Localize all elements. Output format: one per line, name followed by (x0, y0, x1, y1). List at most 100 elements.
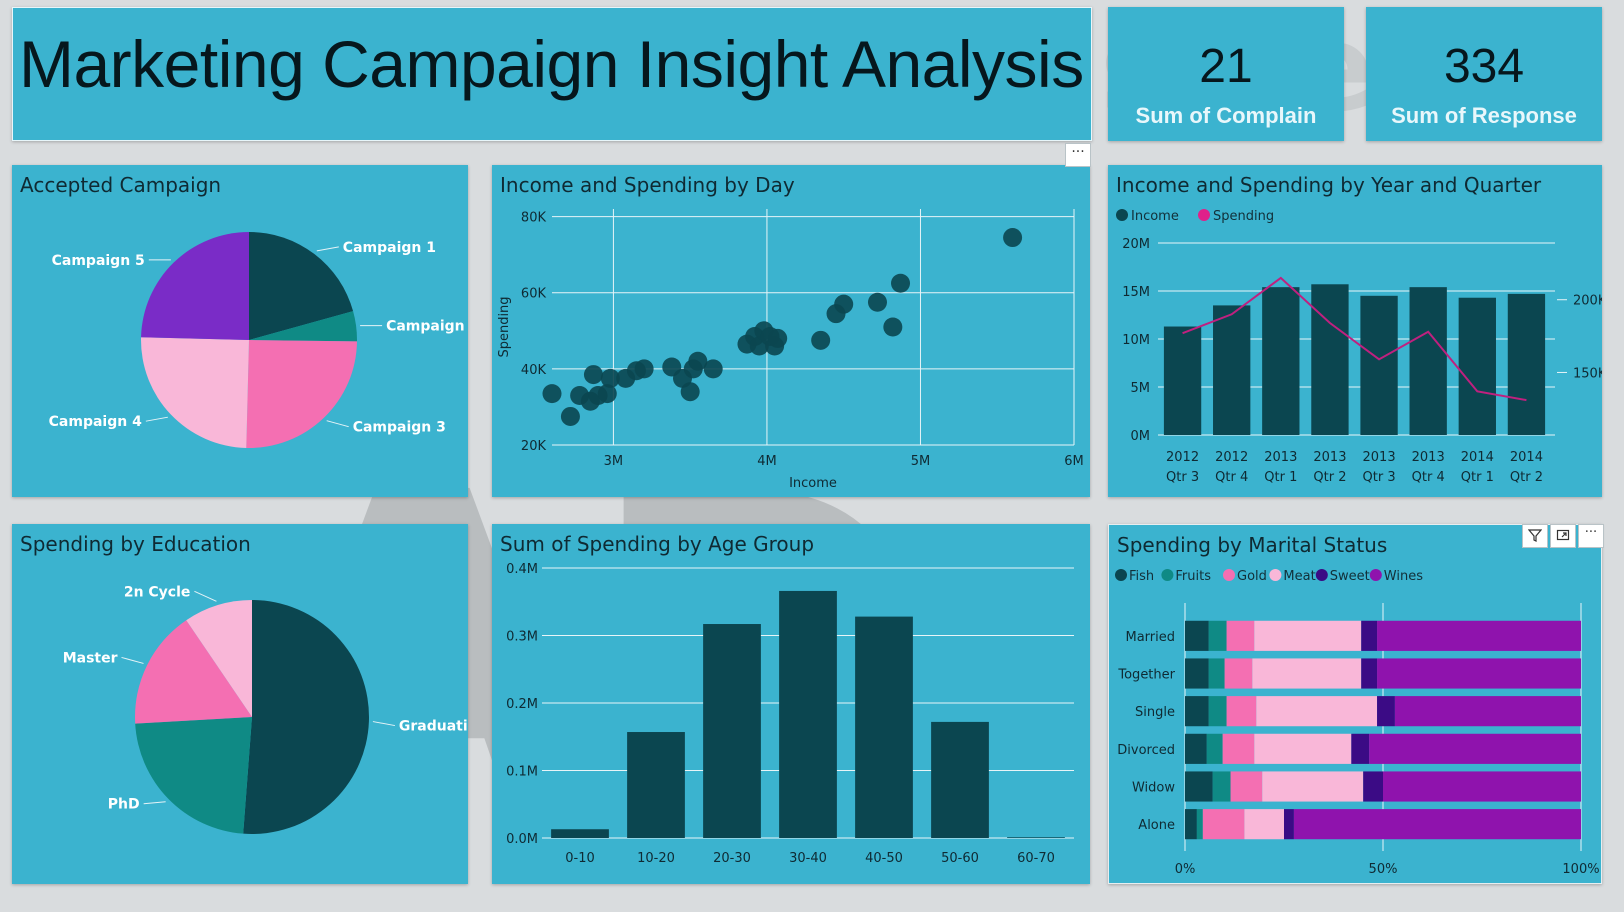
y-tick-label: 0.2M (506, 697, 538, 712)
accepted-campaign-pie-chart: Campaign 1 Campaign 2 Campaign 3 Campaign 4… (49, 232, 468, 448)
bar-segment (1226, 696, 1257, 727)
data-point (634, 359, 654, 379)
bar-segment (1208, 620, 1227, 651)
y-tick-label: 0.0M (506, 832, 538, 847)
bar (855, 616, 913, 838)
x-tick-label: Qtr 4 (1412, 470, 1445, 485)
filter-icon (1527, 529, 1543, 542)
more-options-button[interactable]: ··· (1578, 524, 1604, 548)
y-axis-label: Spending (497, 296, 512, 357)
bar-segment (1361, 620, 1378, 651)
bar (1409, 287, 1447, 435)
bar-segment (1185, 620, 1209, 651)
data-point (867, 292, 887, 312)
legend-marker (1369, 569, 1382, 581)
leader-line (316, 246, 339, 252)
x-axis-label: Income (789, 476, 837, 491)
pie-slice (141, 232, 249, 340)
kpi-card-response[interactable]: 334 Sum of Response (1366, 7, 1602, 141)
bar-segment (1254, 620, 1362, 651)
x-tick-label: Qtr 4 (1215, 470, 1248, 485)
pie-slice (141, 337, 249, 448)
bar-segment (1351, 733, 1370, 764)
x-tick-label: 2013 (1412, 450, 1445, 465)
bar-segment (1293, 809, 1581, 840)
slice-label: Campaign 1 (343, 240, 436, 256)
bar-segment (1224, 658, 1253, 689)
x-tick-label: Qtr 2 (1510, 470, 1543, 485)
y2-tick-label: 150K (1573, 366, 1602, 381)
bar-segment (1208, 658, 1225, 689)
leader-line (143, 801, 166, 805)
data-point (1003, 228, 1023, 248)
x-tick-label: 50% (1369, 862, 1398, 877)
data-point (583, 365, 603, 385)
leader-line (121, 656, 144, 664)
bar-segment (1377, 696, 1395, 727)
spending-by-age-panel[interactable]: Sum of Spending by Age Group 0.0M 0.1M 0.2… (492, 524, 1090, 884)
bar-segment (1394, 696, 1581, 727)
x-tick-label: 2012 (1215, 450, 1248, 465)
x-tick-label: Qtr 3 (1166, 470, 1199, 485)
data-point (542, 384, 562, 404)
bar-segment (1230, 771, 1263, 802)
leader-line (326, 420, 349, 428)
x-tick-label: 100% (1562, 862, 1599, 877)
focus-mode-button[interactable] (1550, 524, 1576, 548)
x-tick-label: 6M (1064, 454, 1084, 469)
legend-label: Fruits (1175, 569, 1211, 584)
spending-by-education-panel[interactable]: Spending by Education GraduationPhDMaste… (12, 524, 468, 884)
bar (779, 590, 837, 838)
bar-segment (1363, 771, 1383, 802)
data-point (891, 273, 911, 293)
slice-label: Campaign 3 (353, 420, 446, 436)
bar-segment (1244, 809, 1284, 840)
income-by-day-panel[interactable]: Income and Spending by Day 20K 40K 60K 80K 3… (492, 165, 1090, 497)
accepted-campaign-panel[interactable]: Accepted Campaign Campaign 1Campaign 2Ca… (12, 165, 468, 497)
data-point (834, 294, 854, 314)
y-tick-label: 0M (1131, 429, 1151, 444)
bar-segment (1377, 620, 1581, 651)
y-tick-label: 20M (1122, 237, 1150, 252)
x-tick-label: 4M (757, 454, 777, 469)
legend-label: Income (1131, 209, 1179, 224)
bar-segment (1377, 658, 1581, 689)
income-by-quarter-panel[interactable]: Income and Spending by Year and Quarter … (1108, 165, 1602, 497)
pie-slice (135, 717, 252, 834)
x-tick-label: Qtr 1 (1461, 470, 1494, 485)
slice-label: 2n Cycle (124, 584, 191, 600)
bar-segment (1262, 771, 1364, 802)
data-point (768, 328, 788, 348)
y-tick-label: 80K (521, 211, 547, 226)
x-tick-label: 50-60 (941, 851, 979, 866)
x-tick-label: 10-20 (637, 851, 675, 866)
y-category-label: Together (1117, 668, 1175, 683)
bar-segment (1185, 658, 1209, 689)
bar (1458, 297, 1496, 435)
x-tick-label: 2013 (1363, 450, 1396, 465)
bar (627, 732, 685, 838)
bar (1262, 287, 1300, 435)
bar-segment (1226, 620, 1255, 651)
slice-label: Graduation (399, 719, 468, 735)
slice-label: Campaign 2 (386, 319, 468, 335)
x-tick-label: 2013 (1313, 450, 1346, 465)
kpi-card-complain[interactable]: 21 Sum of Complain (1108, 7, 1344, 141)
leader-line (194, 590, 217, 602)
filter-button[interactable] (1522, 524, 1548, 548)
legend-marker (1269, 569, 1282, 581)
spending-by-marital-panel[interactable]: Spending by Marital Status Fish Fruits Gol… (1108, 524, 1602, 884)
kpi-value: 21 (1199, 40, 1253, 93)
bar-segment (1369, 733, 1581, 764)
x-tick-label: 2014 (1461, 450, 1494, 465)
more-options-button[interactable]: ··· (1065, 143, 1091, 167)
y-category-label: Alone (1138, 818, 1175, 833)
x-tick-label: Qtr 3 (1363, 470, 1396, 485)
bar-segment (1361, 658, 1378, 689)
bar-segment (1185, 771, 1213, 802)
bar (703, 624, 761, 838)
x-tick-label: Qtr 1 (1264, 470, 1297, 485)
bar-segment (1256, 696, 1378, 727)
bar (1507, 293, 1546, 435)
x-tick-label: 40-50 (865, 851, 903, 866)
